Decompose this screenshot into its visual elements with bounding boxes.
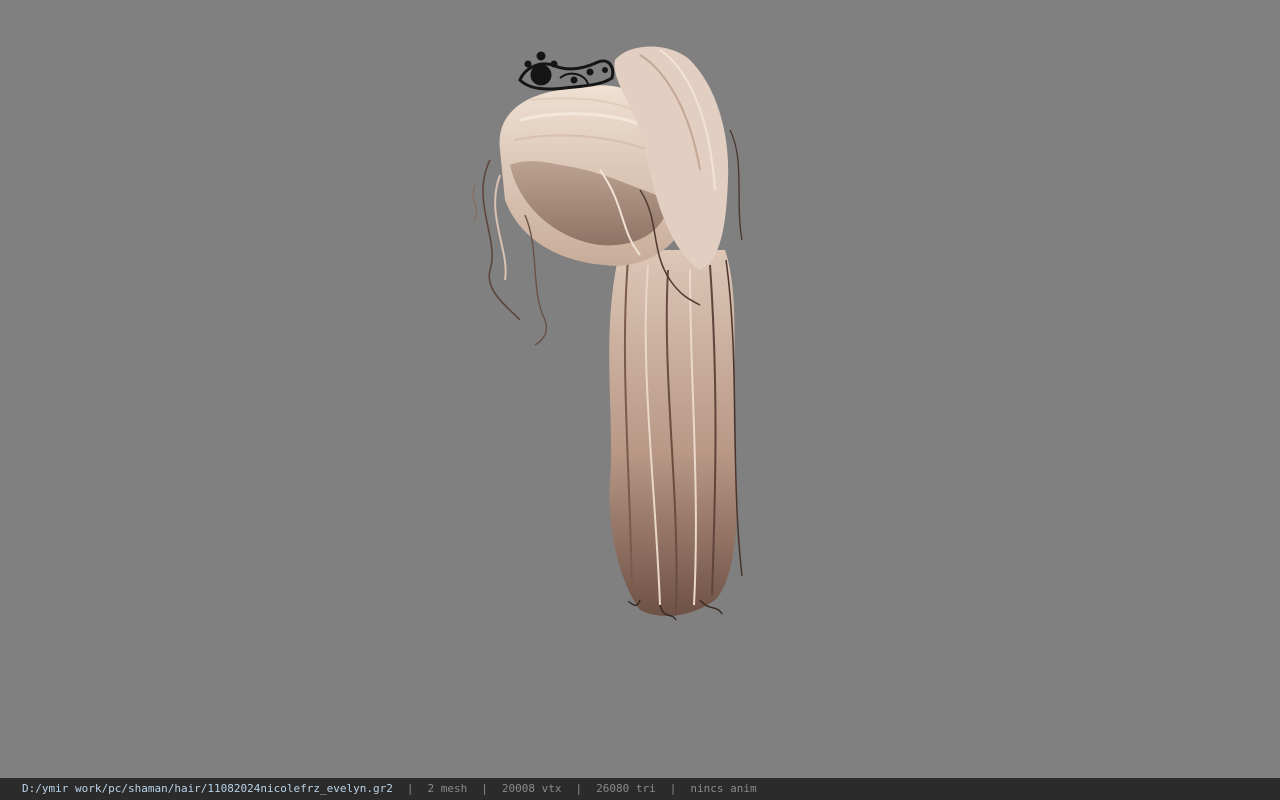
tiara bbox=[518, 51, 615, 91]
mesh-count-label: 2 mesh bbox=[427, 782, 468, 795]
status-separator: | bbox=[406, 782, 414, 795]
animation-status-label: nincs anim bbox=[690, 782, 757, 795]
triangle-count-label: 26080 tri bbox=[596, 782, 656, 795]
status-bar: D:/ymir work/pc/shaman/hair/11082024nico… bbox=[0, 778, 1280, 800]
status-separator: | bbox=[481, 782, 488, 795]
hair-tail bbox=[609, 250, 743, 621]
hair-model[interactable] bbox=[0, 0, 1280, 778]
file-path-label: D:/ymir work/pc/shaman/hair/11082024nico… bbox=[22, 782, 393, 795]
status-separator: | bbox=[669, 782, 677, 795]
3d-viewport[interactable] bbox=[0, 0, 1280, 778]
status-separator: | bbox=[575, 782, 583, 795]
vertex-count-label: 20008 vtx bbox=[501, 782, 562, 795]
